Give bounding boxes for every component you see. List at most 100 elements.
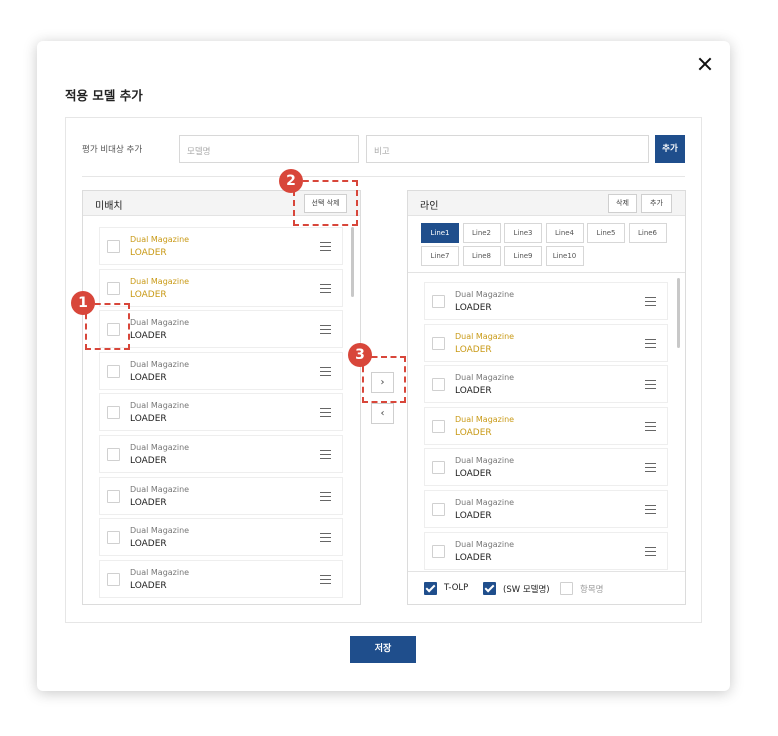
tab-line7[interactable]: Line7 <box>421 246 459 266</box>
line-item[interactable]: Dual Magazine LOADER <box>424 406 668 445</box>
drag-handle-icon[interactable] <box>320 242 331 251</box>
unassigned-panel: 미배치 선택 삭제 Dual Magazine LOADER Dual Magazi… <box>82 190 361 605</box>
note-input[interactable]: 비고 <box>366 135 649 163</box>
item-checkbox[interactable] <box>107 240 120 253</box>
annotation-badge-3: 3 <box>348 343 372 367</box>
drag-handle-icon[interactable] <box>645 380 656 390</box>
drag-handle-icon[interactable] <box>645 463 656 473</box>
chevron-left-icon: ‹ <box>380 408 385 419</box>
line-item[interactable]: Dual Magazine LOADER <box>424 365 668 404</box>
item-checkbox[interactable] <box>432 461 445 475</box>
line-item[interactable]: Dual Magazine LOADER <box>424 448 668 487</box>
close-icon[interactable] <box>698 57 712 71</box>
annotation-badge-1: 1 <box>71 291 95 315</box>
model-name-input[interactable]: 모델명 <box>179 135 359 163</box>
add-line-button[interactable]: 추가 <box>641 194 672 213</box>
save-button[interactable]: 저장 <box>350 636 416 663</box>
item-name-checkbox[interactable] <box>560 582 573 595</box>
tab-line8[interactable]: Line8 <box>462 246 501 266</box>
unassigned-item[interactable]: Dual Magazine LOADER <box>99 310 343 349</box>
drag-handle-icon[interactable] <box>320 325 331 335</box>
drag-handle-icon[interactable] <box>645 297 656 306</box>
item-name: LOADER <box>130 414 167 425</box>
drag-handle-icon[interactable] <box>645 421 656 431</box>
drag-handle-icon[interactable] <box>320 491 331 501</box>
tab-line5[interactable]: Line5 <box>587 223 625 243</box>
add-exclusion-button[interactable]: 추가 <box>655 135 685 163</box>
item-type: Dual Magazine <box>130 401 190 411</box>
item-checkbox[interactable] <box>107 364 120 378</box>
item-name: LOADER <box>130 248 167 258</box>
tab-line6[interactable]: Line6 <box>628 223 667 243</box>
unassigned-item[interactable]: Dual Magazine LOADER <box>99 268 343 307</box>
tab-line4[interactable]: Line4 <box>545 223 584 243</box>
line-item[interactable]: Dual Magazine LOADER <box>424 531 668 570</box>
drag-handle-icon[interactable] <box>320 366 331 376</box>
tabs-divider <box>408 272 685 273</box>
item-checkbox[interactable] <box>107 489 120 503</box>
tab-line9[interactable]: Line9 <box>504 246 542 266</box>
unassigned-title: 미배치 <box>95 201 123 212</box>
drag-handle-icon[interactable] <box>645 338 656 348</box>
sw-model-checkbox[interactable] <box>483 582 496 595</box>
drag-handle-icon[interactable] <box>320 574 331 584</box>
line-panel: 라인 삭제 추가 Line1 Line2 Line3 Line4 Line5 Line6 L… <box>407 190 686 605</box>
item-checkbox[interactable] <box>107 572 120 586</box>
unassigned-item[interactable]: Dual Magazine LOADER <box>99 351 343 390</box>
item-checkbox[interactable] <box>432 336 445 350</box>
item-checkbox[interactable] <box>432 544 445 558</box>
tolp-checkbox[interactable] <box>424 582 437 595</box>
delete-line-button[interactable]: 삭제 <box>608 194 637 213</box>
move-left-button[interactable]: ‹ <box>371 403 394 424</box>
item-checkbox[interactable] <box>432 295 445 308</box>
tolp-label: T-OLP <box>444 583 469 593</box>
tab-line2[interactable]: Line2 <box>462 223 501 243</box>
item-type: Dual Magazine <box>130 443 190 452</box>
item-type: Dual Magazine <box>130 235 190 244</box>
unassigned-item[interactable]: Dual Magazine LOADER <box>99 393 343 432</box>
drag-handle-icon[interactable] <box>320 408 331 418</box>
item-name: LOADER <box>455 511 492 521</box>
item-type: Dual Magazine <box>130 484 190 494</box>
exclusion-label: 평가 비대상 추가 <box>82 145 143 155</box>
drag-handle-icon[interactable] <box>645 505 656 514</box>
drag-handle-icon[interactable] <box>320 533 331 543</box>
item-checkbox[interactable] <box>107 531 120 545</box>
drag-handle-icon[interactable] <box>320 283 331 293</box>
drag-handle-icon[interactable] <box>320 450 331 459</box>
unassigned-item[interactable]: Dual Magazine LOADER <box>99 476 343 515</box>
item-name: LOADER <box>130 539 167 550</box>
item-name: LOADER <box>455 552 492 563</box>
unassigned-scrollbar[interactable] <box>351 227 354 297</box>
line-item[interactable]: Dual Magazine LOADER <box>424 282 668 320</box>
drag-handle-icon[interactable] <box>645 546 656 556</box>
unassigned-item[interactable]: Dual Magazine LOADER <box>99 559 343 598</box>
sw-model-label: (SW 모델명) <box>503 585 550 595</box>
tab-line1[interactable]: Line1 <box>421 223 459 243</box>
unassigned-item[interactable]: Dual Magazine LOADER <box>99 518 343 557</box>
item-name: LOADER <box>130 456 167 466</box>
item-type: Dual Magazine <box>455 373 515 383</box>
item-type: Dual Magazine <box>130 359 190 369</box>
item-checkbox[interactable] <box>107 281 120 295</box>
line-scrollbar[interactable] <box>677 278 680 348</box>
line-item[interactable]: Dual Magazine LOADER <box>424 490 668 528</box>
line-header: 라인 삭제 추가 <box>408 191 685 216</box>
item-checkbox[interactable] <box>432 378 445 392</box>
item-type: Dual Magazine <box>130 276 190 286</box>
item-name: LOADER <box>455 303 492 313</box>
item-type: Dual Magazine <box>130 318 190 328</box>
item-checkbox[interactable] <box>432 419 445 433</box>
unassigned-item[interactable]: Dual Magazine LOADER <box>99 227 343 265</box>
line-title: 라인 <box>420 201 439 212</box>
item-checkbox[interactable] <box>107 406 120 420</box>
unassigned-item[interactable]: Dual Magazine LOADER <box>99 435 343 473</box>
item-checkbox[interactable] <box>432 503 445 516</box>
item-name: LOADER <box>455 386 492 397</box>
annotation-badge-2: 2 <box>279 169 303 193</box>
item-checkbox[interactable] <box>107 448 120 461</box>
tab-line10[interactable]: Line10 <box>545 246 584 266</box>
item-type: Dual Magazine <box>455 539 515 549</box>
tab-line3[interactable]: Line3 <box>504 223 542 243</box>
line-item[interactable]: Dual Magazine LOADER <box>424 323 668 362</box>
